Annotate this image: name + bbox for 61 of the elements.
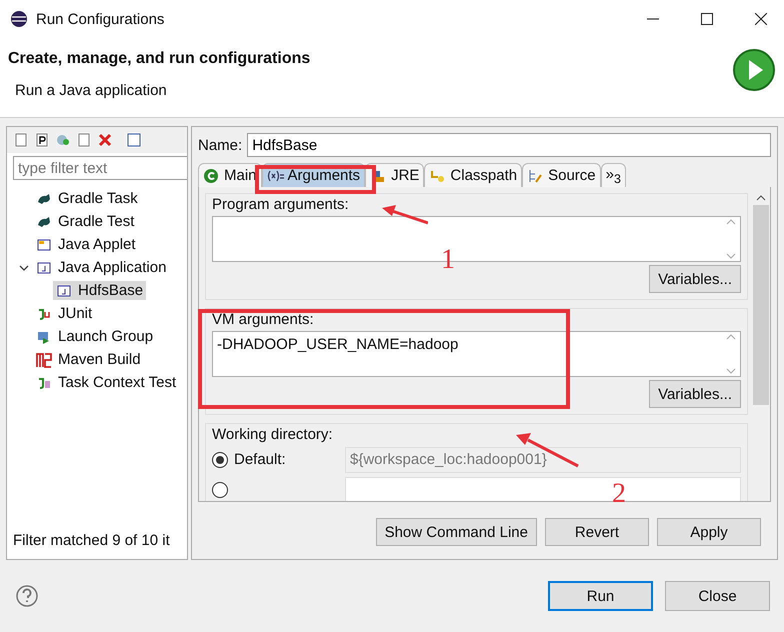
java-file-icon (56, 282, 72, 298)
chevron-icon[interactable] (19, 262, 29, 272)
delete-icon[interactable] (97, 132, 113, 148)
variables-button[interactable]: Variables... (649, 380, 741, 408)
run-icon (732, 48, 776, 92)
help-icon[interactable] (16, 585, 38, 607)
collapse-icon[interactable] (126, 132, 142, 148)
filter-field[interactable]: type filter text (13, 156, 187, 180)
tab[interactable]: »$_{3}$ (600, 163, 626, 187)
tree-item[interactable]: Java Applet (33, 235, 139, 254)
tab[interactable]: JRE (365, 163, 424, 187)
annotation-arrow (382, 205, 428, 225)
radio-label: Default: (234, 451, 287, 468)
tree-item[interactable]: Task Context Test (33, 373, 180, 392)
tree-item[interactable]: Launch Group (33, 327, 156, 346)
group-label: Working directory: (212, 426, 334, 443)
dialog-button[interactable]: Run (548, 581, 653, 611)
close-icon (755, 13, 767, 25)
tab[interactable]: Main (198, 163, 262, 187)
annotation-number: 1 (441, 244, 455, 276)
maven-icon (36, 352, 52, 368)
name-label: Name: (198, 136, 242, 154)
default-directory-field: ${workspace_loc:hadoop001} (345, 446, 741, 472)
tab[interactable]: Classpath (424, 163, 522, 187)
dialog-button[interactable]: Close (665, 581, 770, 611)
app-logo-icon (10, 10, 28, 28)
java-file-icon (36, 260, 52, 276)
duplicate-icon[interactable] (55, 132, 71, 148)
annotation-number: 2 (612, 478, 626, 510)
scroll-down-icon[interactable] (726, 368, 736, 376)
header-title: Create, manage, and run configurations (8, 50, 312, 68)
text-area-value: -DHADOOP_USER_NAME=hadoop (217, 336, 458, 353)
scroll-up-icon[interactable] (756, 193, 766, 201)
scroll-down-icon[interactable] (726, 253, 736, 261)
tab[interactable]: Source (522, 163, 601, 187)
group-label: VM arguments: (212, 311, 315, 328)
prototype-icon[interactable] (34, 132, 50, 148)
radio-button[interactable] (212, 452, 228, 468)
maximize-icon (701, 13, 713, 25)
other-directory-field[interactable] (345, 476, 741, 501)
radio-button[interactable] (212, 482, 228, 498)
header-subtitle: Run a Java application (14, 82, 168, 99)
tree-item[interactable]: Gradle Task (33, 189, 141, 208)
variables-button[interactable]: Variables... (649, 265, 741, 293)
action-button[interactable]: Show Command Line (376, 518, 537, 546)
text-area[interactable]: -DHADOOP_USER_NAME=hadoop (212, 331, 741, 377)
window-title: Run Configurations (36, 10, 166, 28)
group-label: Program arguments: (212, 196, 350, 213)
tree-item[interactable]: HdfsBase (53, 281, 146, 300)
copy-icon[interactable] (76, 132, 92, 148)
tree-item[interactable]: Gradle Test (33, 212, 138, 231)
applet-icon (36, 236, 52, 252)
action-button[interactable]: Revert (545, 518, 649, 546)
action-button[interactable]: Apply (657, 518, 761, 546)
tree-item[interactable]: JUnit (33, 304, 96, 323)
name-field[interactable]: HdfsBase (247, 133, 771, 157)
filter-status: Filter matched 9 of 10 it (12, 532, 171, 551)
tree-item[interactable]: Java Application (33, 258, 170, 277)
tree-item[interactable]: Maven Build (33, 350, 144, 369)
main-tab-icon (203, 168, 221, 184)
new-config-icon[interactable] (13, 132, 29, 148)
